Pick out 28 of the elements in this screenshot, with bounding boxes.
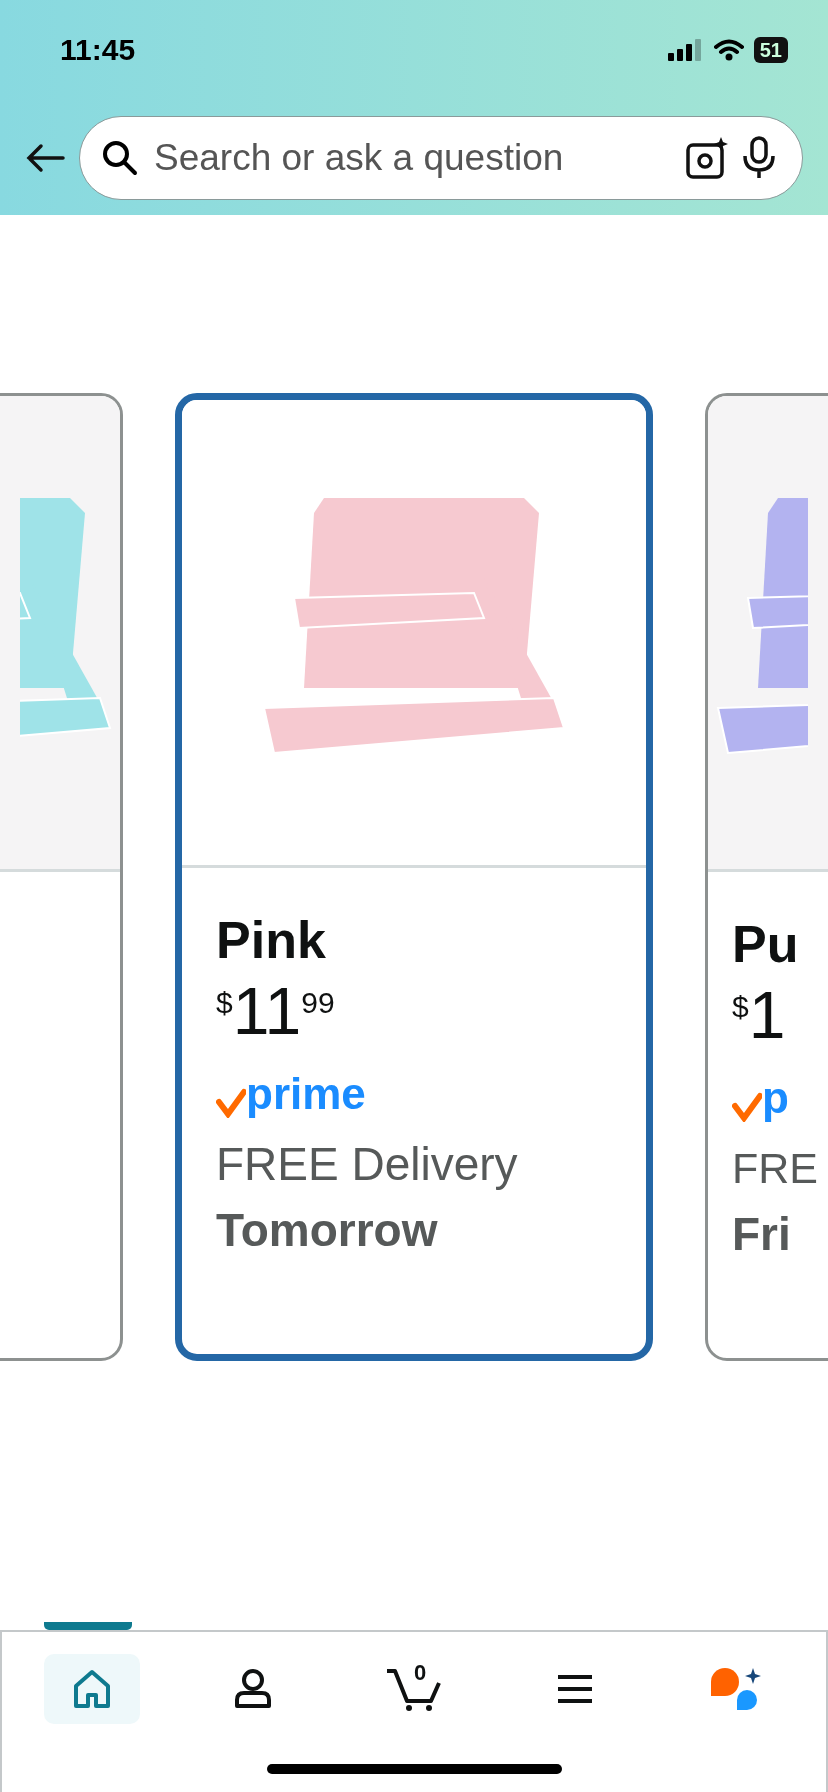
prime-logo: p: [762, 1074, 789, 1122]
cart-icon: [385, 1667, 443, 1711]
home-icon: [73, 1669, 112, 1709]
status-time: 11:45: [60, 33, 136, 67]
search-field[interactable]: Search or ask a question: [79, 115, 803, 200]
product-card[interactable]: Pu $1 p FRE Fri: [705, 393, 828, 1361]
delivery-day: Tomorrow: [216, 1202, 438, 1258]
back-arrow-icon[interactable]: [25, 142, 65, 173]
product-price: $1: [732, 982, 786, 1048]
search-icon: [102, 139, 138, 176]
microphone-icon[interactable]: [742, 135, 776, 180]
wifi-icon: [713, 39, 744, 61]
person-icon: [234, 1668, 273, 1710]
prime-logo: prime: [246, 1070, 366, 1118]
cart-count: 0: [414, 1660, 427, 1686]
check-icon: [216, 1088, 246, 1118]
product-color-name: Pu: [732, 914, 799, 975]
product-color-name: Pink: [216, 910, 326, 971]
battery-level: 51: [753, 37, 788, 63]
menu-icon: [555, 1673, 594, 1705]
cart-tab[interactable]: 0: [366, 1654, 462, 1724]
chat-bubbles-icon: [708, 1666, 763, 1712]
camera-icon[interactable]: [686, 136, 728, 179]
delivery-label: FREE Delivery: [216, 1137, 518, 1192]
delivery-day: Fri: [732, 1206, 791, 1262]
signal-icon: [667, 39, 704, 61]
delivery-label: FRE: [732, 1143, 818, 1194]
check-icon: [732, 1092, 762, 1122]
